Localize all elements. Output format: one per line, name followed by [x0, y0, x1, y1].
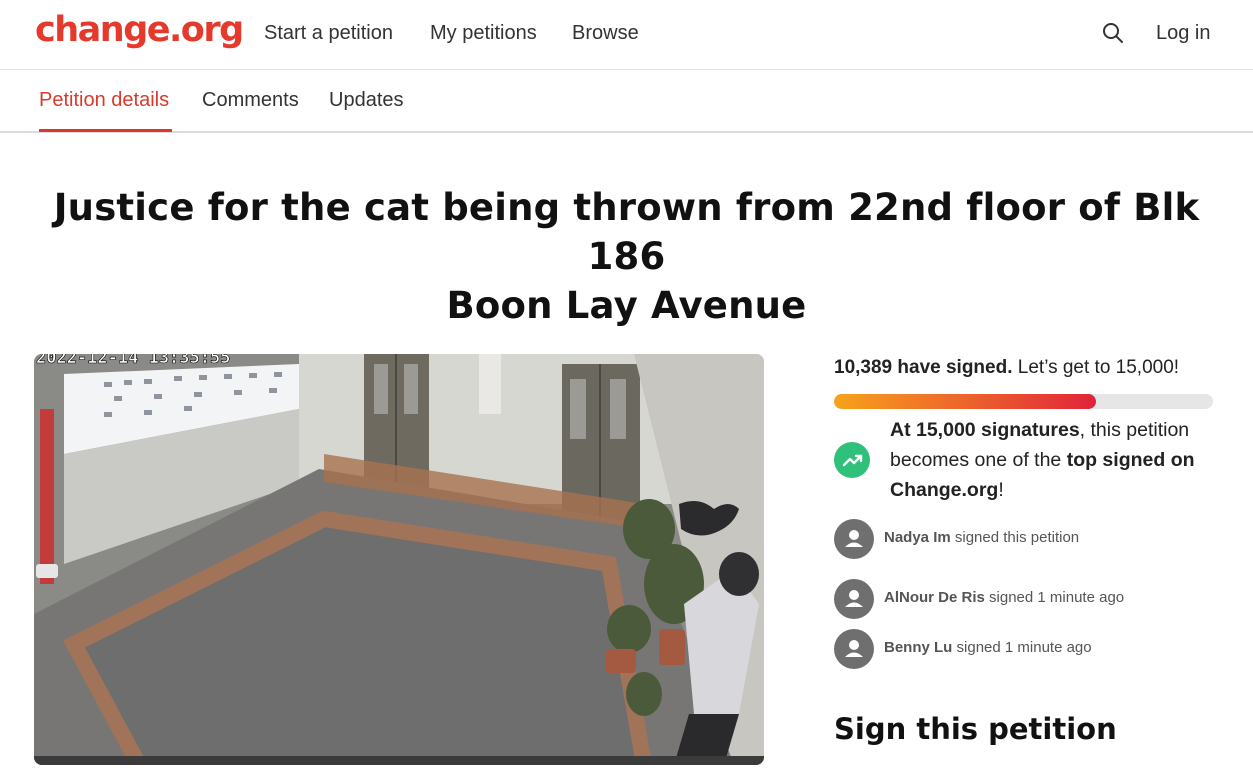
cctv-scene: 2022-12-14 13:35:55	[34, 354, 764, 765]
tab-updates[interactable]: Updates	[329, 89, 404, 112]
change-org-logo[interactable]: change.org	[35, 10, 244, 50]
signed-count-text: 10,389 have signed.	[834, 357, 1013, 378]
recent-signer: Nadya Im signed this petition	[834, 519, 1234, 559]
top-navigation-bar: change.org Start a petition My petitions…	[0, 0, 1253, 70]
signature-progress-fill	[834, 394, 1097, 409]
signer-action: signed 1 minute ago	[956, 639, 1092, 656]
signer-name: Benny Lu	[884, 639, 953, 656]
sign-petition-heading: Sign this petition	[834, 712, 1117, 746]
recent-signer: AlNour De Ris signed 1 minute ago	[834, 579, 1234, 619]
trending-up-icon	[834, 442, 870, 478]
nav-start-a-petition[interactable]: Start a petition	[264, 22, 393, 45]
signer-text: Nadya Im signed this petition	[884, 529, 1079, 546]
signer-action: signed this petition	[954, 529, 1080, 546]
nav-browse[interactable]: Browse	[572, 22, 639, 45]
signature-progress-bar	[834, 394, 1213, 409]
signature-count: 10,389 have signed. Let’s get to 15,000!	[834, 357, 1179, 379]
signer-name: Nadya Im	[884, 529, 951, 546]
petition-title-line-1: Justice for the cat being thrown from 22…	[53, 186, 1200, 278]
petition-media-image[interactable]: 2022-12-14 13:35:55	[34, 354, 764, 765]
petition-title: Justice for the cat being thrown from 22…	[20, 183, 1233, 330]
active-tab-indicator	[39, 129, 172, 132]
tab-comments[interactable]: Comments	[202, 89, 299, 112]
cctv-timestamp: 2022-12-14 13:35:55	[36, 354, 230, 368]
petition-title-line-2: Boon Lay Avenue	[446, 284, 807, 327]
user-icon	[834, 629, 874, 669]
signer-name: AlNour De Ris	[884, 589, 985, 606]
nav-my-petitions[interactable]: My petitions	[430, 22, 537, 45]
recent-signer: Benny Lu signed 1 minute ago	[834, 629, 1234, 669]
login-link[interactable]: Log in	[1156, 22, 1211, 45]
petition-tabs: Petition details Comments Updates	[0, 70, 1253, 133]
signer-action: signed 1 minute ago	[989, 589, 1125, 606]
milestone-top-signed: top signed	[1066, 449, 1166, 471]
goal-text: Let’s get to 15,000!	[1017, 357, 1180, 378]
user-icon	[834, 519, 874, 559]
search-icon[interactable]	[1101, 21, 1125, 45]
milestone-signatures: At 15,000 signatures	[890, 419, 1080, 441]
signer-text: AlNour De Ris signed 1 minute ago	[884, 589, 1124, 606]
user-icon	[834, 579, 874, 619]
milestone-exclamation: !	[998, 479, 1004, 501]
tab-petition-details[interactable]: Petition details	[39, 89, 169, 112]
milestone-message: At 15,000 signatures, this petition beco…	[890, 415, 1220, 505]
signer-text: Benny Lu signed 1 minute ago	[884, 639, 1092, 656]
